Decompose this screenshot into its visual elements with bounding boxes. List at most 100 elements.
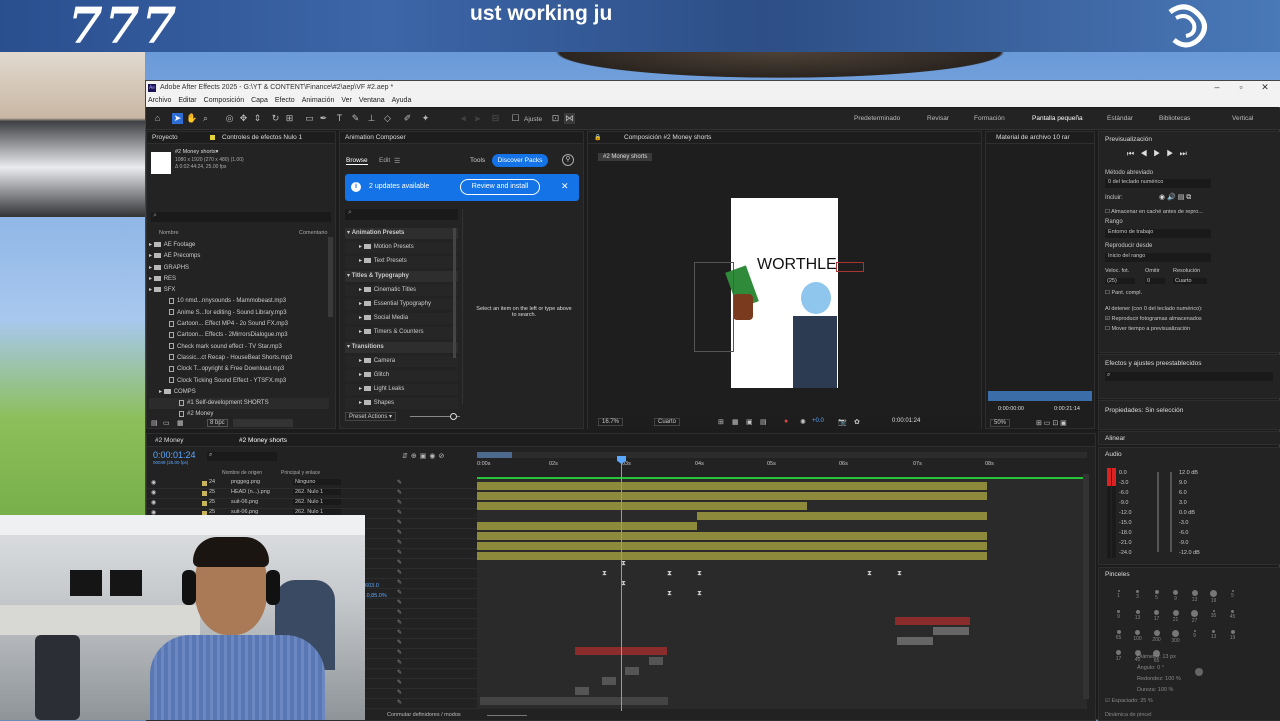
fullscreen-checkbox[interactable]: ☐ Pant. compl. [1105,290,1142,296]
preset-item[interactable]: ▸ Text Presets [345,256,458,268]
preset-item[interactable]: ▾ Animation Presets [345,228,458,240]
grid-icon[interactable]: ▦ [732,418,739,426]
layer-duration-bar[interactable] [897,637,933,645]
layer-row[interactable]: ◉ 24 pnggeg.png Ninguno ✎ [147,479,477,489]
stamp-tool-icon[interactable]: ⊥ [366,113,377,124]
tab-project[interactable]: Proyecto [152,134,178,141]
pen-switch-icon[interactable]: ✎ [397,579,402,586]
preset-item[interactable]: ▸ Timers & Counters [345,327,458,339]
quality-select[interactable]: Cuarto [654,418,681,426]
layer-row[interactable]: ◉ 25 suit-06.png 262. Nulo 1 ✎ [147,499,477,509]
pen-switch-icon[interactable]: ✎ [397,669,402,676]
move-time-checkbox[interactable]: ☐ Mover tiempo a previsualización [1105,326,1190,332]
preset-item[interactable]: ▸ Camera [345,355,458,367]
menu-item-5[interactable]: Animación [302,95,335,107]
pen-switch-icon[interactable]: ✎ [397,589,402,596]
layer-name[interactable]: pnggeg.png [231,479,260,485]
menu-item-1[interactable]: Editar [178,95,196,107]
new-folder-icon[interactable]: ▭ [163,419,170,427]
roundness-label[interactable]: Redondez: 100 % [1137,674,1181,685]
type-tool-icon[interactable]: T [334,113,345,124]
pen-switch-icon[interactable]: ✎ [397,549,402,556]
project-scrollbar[interactable] [328,237,333,317]
audio-slider-right[interactable] [1170,472,1172,552]
brush-preset[interactable]: 21 [1166,608,1185,628]
pen-switch-icon[interactable]: ✎ [397,619,402,626]
audio-slider-left[interactable] [1157,472,1159,552]
selection-tool-icon[interactable]: ➤ [172,113,183,124]
discover-packs-button[interactable]: Discover Packs [492,154,548,167]
hardness-label[interactable]: Dureza: 100 % [1137,685,1181,696]
preset-item[interactable]: ▾ Transitions [345,341,458,353]
menu-item-7[interactable]: Ventana [359,95,385,107]
pen-switch-icon[interactable]: ✎ [397,649,402,656]
preset-item[interactable]: ▾ Titles & Typography [345,270,458,282]
project-item[interactable]: Classic...ct Recap - HouseBeat Shorts.mp… [149,353,329,364]
angle-label[interactable]: Ángulo: 0 ° [1137,663,1181,674]
brush-preset[interactable]: 13 [1185,588,1204,608]
layer-row[interactable]: ◉ 25 HEAD (n...).png 262. Nulo 1 ✎ [147,489,477,499]
maximize-icon[interactable]: ▫ [1229,81,1253,95]
parent-select[interactable]: 262. Nulo 1 [293,489,341,495]
pen-switch-icon[interactable]: ✎ [397,629,402,636]
brush-preset[interactable]: 5 [1147,588,1166,608]
project-item[interactable]: ▸ SFX [149,285,329,296]
menu-item-3[interactable]: Capa [251,95,268,107]
brush-preset[interactable]: 45 [1223,608,1242,628]
keyframe-icon[interactable]: ⧗ [667,590,672,597]
lock-icon[interactable]: 🔒 [594,134,601,141]
align-left-icon[interactable]: ⫷ [458,113,469,124]
workspace-tab-6[interactable]: Vertical [1232,115,1253,122]
column-source-name[interactable]: Nombre de origen [222,470,262,476]
exposure-icon[interactable]: ✺ [800,418,806,426]
footage-tools-icon[interactable]: ⊞ ▭ ⊡ ▣ [1036,419,1067,427]
interpret-footage-icon[interactable]: ▤ [151,419,158,427]
layer-duration-bar[interactable] [477,522,697,530]
bit-depth-button[interactable]: 8 bpc [207,419,228,427]
layer-tracks[interactable]: ⧗ ⧗ ⧗ ⧗ ⧗ ⧗ ⧗ ⧗ ⧗ ⧗ [477,479,1087,709]
review-install-button[interactable]: Review and install [460,179,540,195]
menu-item-4[interactable]: Efecto [275,95,295,107]
layer-duration-bar[interactable] [697,512,987,520]
menu-item-2[interactable]: Composición [204,95,244,107]
rotate-tool-icon[interactable]: ↻ [270,113,281,124]
timeline-switches[interactable]: ⇵⊕▣◉⊘ [402,452,447,460]
menu-item-8[interactable]: Ayuda [392,95,412,107]
transport-controls[interactable]: ⏮◀▶▶⏭ [1127,149,1193,159]
pen-switch-icon[interactable]: ✎ [397,499,402,506]
project-item[interactable]: ▸ COMPS [149,387,329,398]
work-area-bar[interactable] [477,452,1087,458]
pen-switch-icon[interactable]: ✎ [397,529,402,536]
project-item[interactable]: Cartoon... Effect MP4 - 2o Sound FX.mp3 [149,319,329,330]
timeline-scrollbar[interactable] [1083,474,1089,699]
exposure-value[interactable]: +0.0 [812,418,824,424]
project-item[interactable]: Clock Ticking Sound Effect - YTSFX.mp3 [149,376,329,387]
brush-preset[interactable]: 100 [1128,628,1147,648]
comp-chip[interactable]: #2 Money shorts [598,153,653,161]
label-color-swatch[interactable] [202,501,207,506]
tab-edit[interactable]: Edit [379,157,390,164]
footage-in-time[interactable]: 0:00:00:00 [998,406,1024,412]
project-item[interactable]: Check mark sound effect - TV Star.mp3 [149,342,329,353]
project-item[interactable]: ▸ GRAPHS [149,263,329,274]
pen-switch-icon[interactable]: ✎ [397,639,402,646]
workspace-tab-2[interactable]: Formación [974,115,1005,122]
workspace-tab-1[interactable]: Revisar [927,115,949,122]
brush-preset[interactable]: 3 [1128,588,1147,608]
zoom-select[interactable]: 16.7% [598,418,624,426]
timeline-tab-1[interactable]: #2 Money [155,437,184,444]
preset-item[interactable]: ▸ Glitch [345,369,458,382]
brush-preset[interactable]: 35 [1204,608,1223,628]
resolution-select[interactable]: Cuarto [1173,278,1207,284]
snap-checkbox-icon[interactable]: ☐ [510,113,521,124]
preset-item[interactable]: ▸ Light Leaks [345,384,458,396]
show-snapshot-icon[interactable]: ✿ [854,418,860,426]
parent-select[interactable]: Ninguno [293,479,341,485]
footage-zoom-select[interactable]: 50% [990,419,1011,427]
menu-item-6[interactable]: Ver [341,95,352,107]
spacing-checkbox[interactable]: ☑ Espaciado: 25 % [1105,698,1153,704]
footage-tab[interactable]: Material de archivo 10 rar [996,134,1070,141]
project-item[interactable]: Clock T...opyright & Free Download.mp3 [149,364,329,375]
brush-preset[interactable]: 13 [1128,608,1147,628]
brush-preset[interactable]: 9 [1185,628,1204,648]
